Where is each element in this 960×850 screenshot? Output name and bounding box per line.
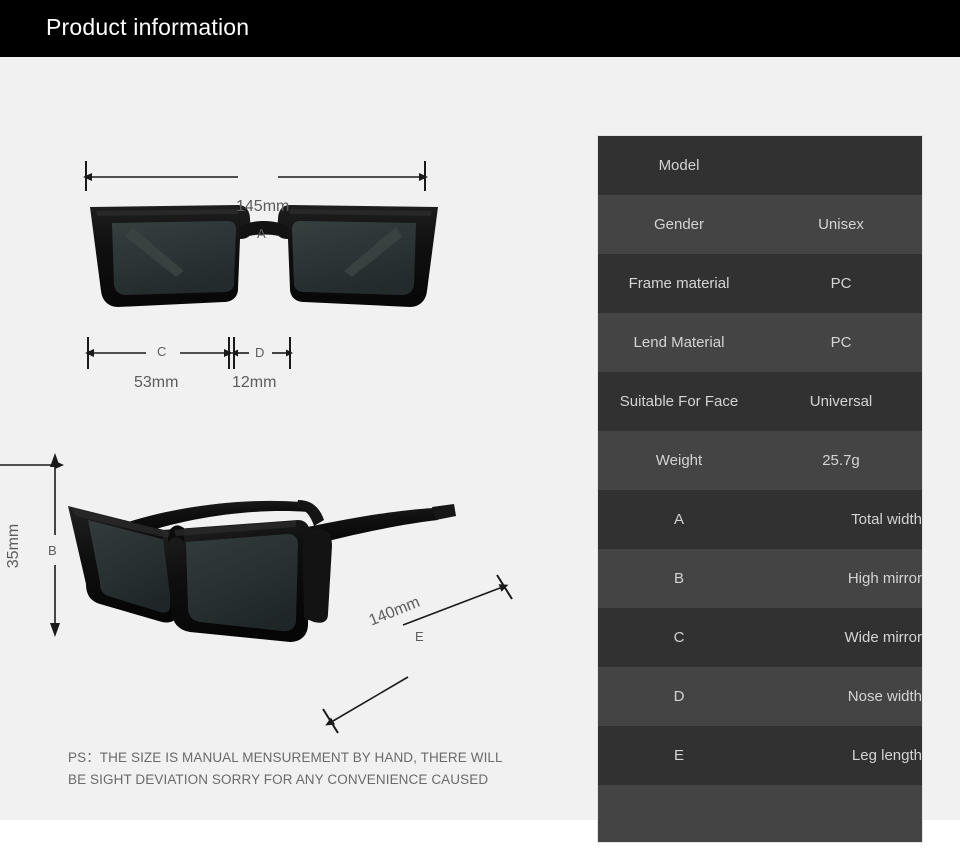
dimension-A bbox=[83, 161, 428, 191]
table-row bbox=[598, 785, 922, 842]
table-row: Lend Material PC bbox=[598, 313, 922, 372]
specification-table: Model Gender Unisex Frame material PC Le… bbox=[597, 135, 923, 843]
table-row: Frame material PC bbox=[598, 254, 922, 313]
spec-value: Wide mirror bbox=[844, 629, 923, 646]
spec-label: B bbox=[673, 570, 684, 587]
measure-letter-C: C bbox=[157, 344, 167, 359]
product-information-page: Product information 145mm A 53mm C 12mm … bbox=[0, 0, 960, 850]
spec-value: High mirror bbox=[847, 570, 922, 587]
table-row: Suitable For Face Universal bbox=[598, 372, 922, 431]
table-row: B High mirror bbox=[598, 549, 922, 608]
spec-label: A bbox=[673, 511, 684, 528]
spec-value: 25.7g bbox=[822, 452, 860, 469]
spec-value: Universal bbox=[809, 393, 873, 410]
table-row: Gender Unisex bbox=[598, 195, 922, 254]
measure-letter-D: D bbox=[255, 345, 265, 360]
measure-value-A: 145mm bbox=[236, 198, 290, 215]
spec-label: Frame material bbox=[628, 275, 730, 292]
measure-value-D: 12mm bbox=[232, 374, 277, 391]
measure-value-B: 35mm bbox=[5, 523, 23, 569]
content-area: 145mm A 53mm C 12mm D 35mm B 140mm E PS：… bbox=[0, 57, 960, 843]
spec-label: Model bbox=[658, 157, 700, 174]
dimension-lines bbox=[0, 161, 513, 734]
spec-value: Nose width bbox=[847, 688, 922, 705]
measure-value-C: 53mm bbox=[134, 374, 179, 391]
table-row: Weight 25.7g bbox=[598, 431, 922, 490]
table-row: A Total width bbox=[598, 490, 922, 549]
spec-label: C bbox=[673, 629, 685, 646]
spec-value: Total width bbox=[851, 511, 922, 528]
table-row: E Leg length bbox=[598, 726, 922, 785]
page-title: Product information bbox=[46, 14, 250, 40]
measure-letter-A: A bbox=[257, 226, 266, 241]
measure-letter-B: B bbox=[48, 543, 57, 558]
spec-label: Lend Material bbox=[633, 334, 725, 351]
measurement-disclaimer: PS：THE SIZE IS MANUAL MENSUREMENT BY HAN… bbox=[68, 747, 538, 791]
table-row: Model bbox=[598, 136, 922, 195]
spec-label: E bbox=[673, 747, 684, 764]
spec-label: Suitable For Face bbox=[619, 393, 739, 410]
spec-value: PC bbox=[830, 275, 852, 292]
spec-value: Unisex bbox=[818, 216, 864, 233]
disclaimer-line-1: PS：THE SIZE IS MANUAL MENSUREMENT BY HAN… bbox=[68, 750, 503, 765]
spec-label: D bbox=[673, 688, 685, 705]
table-row: D Nose width bbox=[598, 667, 922, 726]
measure-letter-E: E bbox=[415, 629, 424, 644]
disclaimer-line-2: BE SIGHT DEVIATION SORRY FOR ANY CONVENI… bbox=[68, 772, 489, 787]
spec-label: Weight bbox=[655, 452, 703, 469]
spec-value: PC bbox=[830, 334, 852, 351]
spec-value: Leg length bbox=[851, 747, 922, 764]
table-row: C Wide mirror bbox=[598, 608, 922, 667]
header-bar: Product information bbox=[0, 0, 960, 57]
spec-label: Gender bbox=[653, 216, 705, 233]
dimension-diagram: 145mm A 53mm C 12mm D 35mm B 140mm E PS：… bbox=[0, 57, 580, 820]
